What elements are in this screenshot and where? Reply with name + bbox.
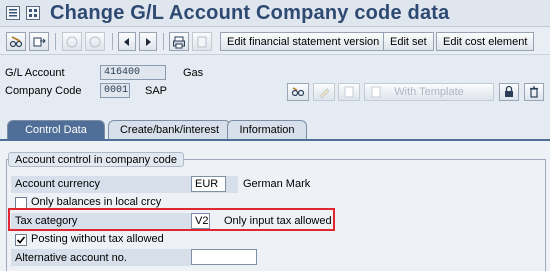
- group-title: Account control in company code: [8, 152, 185, 167]
- company-code-description: SAP: [145, 85, 168, 97]
- menu-icon[interactable]: [6, 6, 20, 20]
- arrow-up-icon: [66, 36, 78, 47]
- pencil-icon: [319, 88, 330, 99]
- page-title: Change G/L Account Company code data: [50, 2, 450, 24]
- lock-icon: [505, 85, 513, 97]
- tab-create-bank-interest[interactable]: Create/bank/interest: [108, 120, 231, 139]
- delete-button[interactable]: [524, 83, 544, 101]
- toolbar-separator: [55, 33, 56, 50]
- account-currency-label: Account currency: [15, 178, 100, 190]
- alt-account-field[interactable]: [191, 249, 257, 265]
- next-entry-button[interactable]: [85, 32, 105, 51]
- glasses-icon: [291, 87, 305, 97]
- with-template-button[interactable]: With Template: [364, 83, 494, 101]
- trash-icon: [530, 86, 538, 98]
- tab-control-data[interactable]: Control Data: [7, 120, 105, 139]
- printer-icon: [173, 36, 185, 48]
- toolbar-separator: [163, 33, 164, 50]
- control-data-panel: Account control in company code Account …: [0, 139, 550, 271]
- tab-information[interactable]: Information: [227, 120, 307, 139]
- other-object-icon: [33, 37, 46, 46]
- other-account-button[interactable]: [29, 32, 49, 51]
- arrow-down-icon: [89, 36, 101, 47]
- pencil-glasses-icon: [9, 35, 23, 47]
- account-currency-description: German Mark: [243, 178, 311, 190]
- checkmark-icon: [16, 236, 26, 244]
- with-template-label: With Template: [394, 86, 464, 98]
- first-page-button[interactable]: [118, 32, 136, 51]
- triangle-left-icon: [124, 37, 129, 46]
- edit-financial-statement-version-button[interactable]: Edit financial statement version: [220, 32, 387, 51]
- gl-account-description: Gas: [183, 67, 204, 79]
- overview-button[interactable]: [287, 83, 309, 101]
- document-icon: [197, 36, 207, 47]
- only-balances-label: Only balances in local crcy: [31, 196, 162, 208]
- account-currency-field[interactable]: EUR: [191, 176, 226, 192]
- edit-button[interactable]: [313, 83, 335, 101]
- print-button[interactable]: [169, 32, 189, 51]
- edit-set-button[interactable]: Edit set: [383, 32, 434, 51]
- gl-account-field[interactable]: 416400: [100, 65, 166, 80]
- grid-icon[interactable]: [26, 6, 40, 20]
- info-button[interactable]: [192, 32, 212, 51]
- title-bar: Change G/L Account Company code data: [0, 0, 550, 27]
- company-code-field[interactable]: 0001: [100, 83, 130, 98]
- edit-cost-element-button[interactable]: Edit cost element: [436, 32, 535, 51]
- block-button[interactable]: [499, 83, 519, 101]
- company-code-label: Company Code: [5, 85, 82, 97]
- blank-document-icon: [344, 86, 354, 98]
- toolbar-separator: [112, 33, 113, 50]
- next-page-button[interactable]: [139, 32, 157, 51]
- posting-without-tax-label: Posting without tax allowed: [31, 233, 164, 245]
- switch-display-change-button[interactable]: [6, 32, 26, 51]
- posting-without-tax-checkbox[interactable]: [15, 234, 27, 246]
- template-document-icon: [371, 86, 381, 98]
- gl-account-label: G/L Account: [5, 67, 65, 79]
- tax-category-highlight: [8, 208, 335, 231]
- triangle-right-icon: [146, 37, 151, 46]
- previous-entry-button[interactable]: [62, 32, 82, 51]
- alt-account-label: Alternative account no.: [15, 252, 127, 264]
- create-button[interactable]: [338, 83, 360, 101]
- application-toolbar: Edit financial statement version Edit se…: [0, 28, 550, 55]
